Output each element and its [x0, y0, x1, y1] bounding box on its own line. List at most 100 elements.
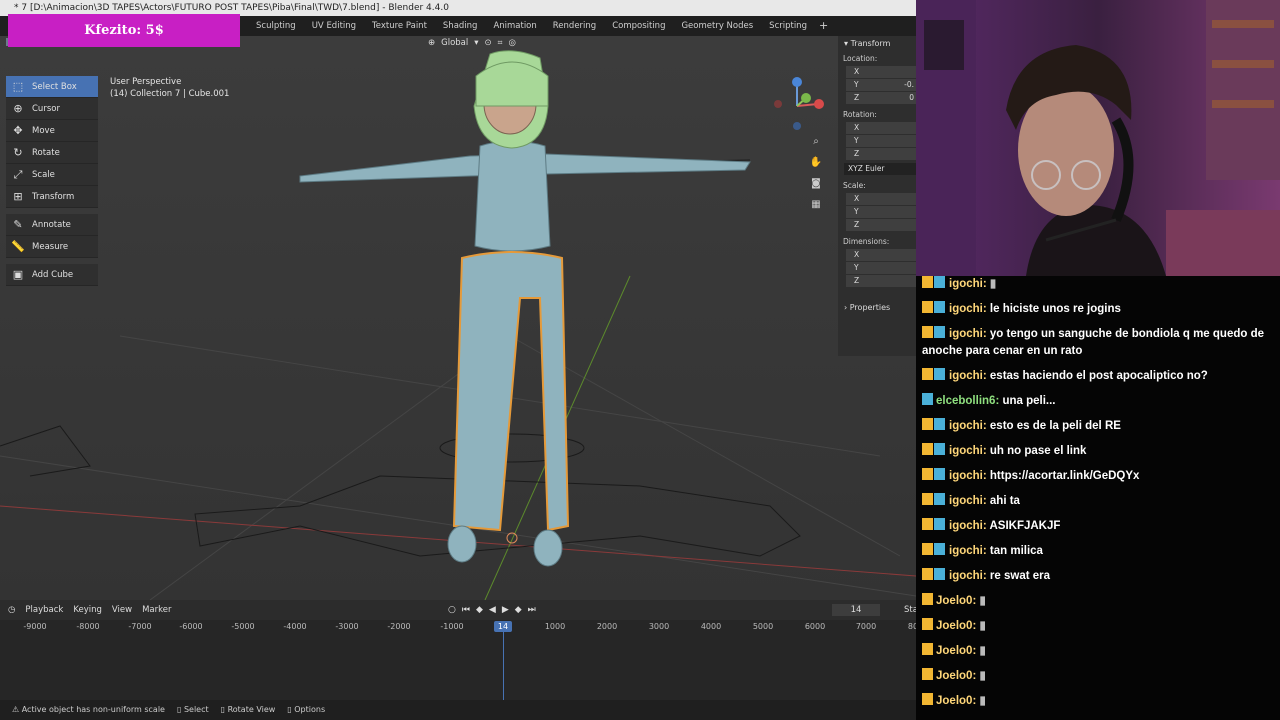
emote-icon: ▮: [979, 620, 986, 632]
wing-badge-icon: [934, 301, 945, 313]
rotation-mode-select[interactable]: XYZ Euler: [844, 163, 916, 175]
user-badges: [922, 693, 935, 705]
chat-message: igochi: ahi ta: [916, 493, 1280, 510]
timeline-menu-playback[interactable]: Playback: [25, 600, 63, 620]
location-z-field[interactable]: Z0: [846, 92, 916, 104]
tool-add-cube[interactable]: ▣ Add Cube: [6, 264, 98, 286]
auto-key-icon[interactable]: ○: [448, 600, 456, 620]
chat-username[interactable]: igochi: [949, 470, 983, 482]
jump-start-icon[interactable]: ⏮: [462, 600, 470, 620]
camera-icon[interactable]: ◙: [808, 176, 824, 192]
tool-scale[interactable]: ⤢ Scale: [6, 164, 98, 186]
rotation-z-field[interactable]: Z: [846, 148, 916, 160]
rotation-x-field[interactable]: X: [846, 122, 916, 134]
grid-view-icon[interactable]: ▦: [808, 197, 824, 213]
play-reverse-icon[interactable]: ◀: [489, 600, 496, 620]
scale-y-field[interactable]: Y: [846, 206, 916, 218]
tool-transform[interactable]: ⊞ Transform: [6, 186, 98, 208]
playhead-line[interactable]: [503, 632, 504, 700]
crown-badge-icon: [922, 326, 933, 338]
select-box-icon: ⬚: [12, 80, 24, 93]
transform-orientation[interactable]: ⊕ Global ▾ ⊙ ⌗ ◎: [428, 36, 516, 50]
workspace-tab[interactable]: UV Editing: [304, 16, 364, 36]
crown-badge-icon: [922, 418, 933, 430]
tool-move[interactable]: ✥ Move: [6, 120, 98, 142]
chat-separator: :: [982, 470, 990, 482]
user-badges: [922, 568, 948, 580]
add-workspace-icon[interactable]: +: [815, 16, 832, 36]
chat-username[interactable]: igochi: [949, 545, 983, 557]
wing-badge-icon: [934, 568, 945, 580]
crown-badge-icon: [922, 443, 933, 455]
workspace-tab[interactable]: Sculpting: [248, 16, 304, 36]
timeline-editor[interactable]: ◷ Playback Keying View Marker ○ ⏮ ◆ ◀ ▶ ◆ ⏭ …: [0, 600, 916, 700]
workspace-tab[interactable]: Rendering: [545, 16, 604, 36]
workspace-tab[interactable]: Compositing: [604, 16, 673, 36]
dimensions-z-field[interactable]: Z: [846, 275, 916, 287]
tool-cursor[interactable]: ⊕ Cursor: [6, 98, 98, 120]
scale-z-field[interactable]: Z: [846, 219, 916, 231]
dimensions-y-field[interactable]: Y: [846, 262, 916, 274]
chat-username[interactable]: igochi: [949, 370, 983, 382]
workspace-tab[interactable]: Geometry Nodes: [673, 16, 761, 36]
playhead-frame-badge[interactable]: 14: [494, 621, 512, 632]
workspace-tab[interactable]: Animation: [485, 16, 544, 36]
location-y-field[interactable]: Y -0.: [846, 79, 916, 91]
tool-measure[interactable]: 📏 Measure: [6, 236, 98, 258]
workspace-tab[interactable]: Scripting: [761, 16, 815, 36]
chat-username[interactable]: elcebollin6: [936, 395, 995, 407]
3d-viewport[interactable]: ⊕ Global ▾ ⊙ ⌗ ◎ ◐ ⤧ ◉ ⬚Select Box⊕Curso…: [0, 36, 916, 600]
tool-annotate[interactable]: ✎ Annotate: [6, 214, 98, 236]
chat-username[interactable]: Joelo0: [936, 595, 972, 607]
workspace-tab[interactable]: Texture Paint: [364, 16, 435, 36]
chat-username[interactable]: Joelo0: [936, 670, 972, 682]
scene-view[interactable]: [0, 36, 916, 600]
measure-icon: 📏: [11, 240, 25, 253]
tool-select-box[interactable]: ⬚ Select Box: [6, 76, 98, 98]
tool-rotate[interactable]: ↻ Rotate: [6, 142, 98, 164]
workspace-tab[interactable]: Shading: [435, 16, 486, 36]
tool-shelf: ⬚ Select Box ⊕ Cursor ✥ Move ↻ Rotate ⤢ Scale ⊞ Tra…: [6, 76, 98, 286]
chat-username[interactable]: igochi: [949, 303, 983, 315]
play-icon[interactable]: ▶: [502, 600, 509, 620]
scale-x-field[interactable]: X: [846, 193, 916, 205]
editor-type-icon[interactable]: ◷: [8, 600, 15, 620]
zoom-icon[interactable]: ⌕: [808, 134, 824, 150]
chat-username[interactable]: igochi: [949, 278, 983, 290]
chat-username[interactable]: igochi: [949, 570, 983, 582]
frame-ruler[interactable]: -9000 -8000 -7000 -6000 -5000 -4000 -3000 -2000…: [0, 620, 916, 634]
prev-keyframe-icon[interactable]: ◆: [476, 600, 483, 620]
pan-hand-icon[interactable]: ✋: [808, 155, 824, 171]
snap-icon[interactable]: ⌗: [498, 36, 503, 50]
start-frame-label[interactable]: Sta: [904, 600, 916, 620]
dimensions-x-field[interactable]: X: [846, 249, 916, 261]
location-x-field[interactable]: X: [846, 66, 916, 78]
chat-username[interactable]: igochi: [949, 420, 983, 432]
chat-username[interactable]: Joelo0: [936, 620, 972, 632]
pivot-icon[interactable]: ⊙: [485, 36, 492, 50]
orientation-select[interactable]: Global: [441, 36, 468, 50]
timeline-menu-marker[interactable]: Marker: [142, 600, 171, 620]
chat-message: igochi: re swat era: [916, 568, 1280, 585]
chat-username[interactable]: Joelo0: [936, 695, 972, 707]
properties-section-header[interactable]: › Properties: [838, 287, 916, 312]
next-keyframe-icon[interactable]: ◆: [515, 600, 522, 620]
stream-chat: igochi: ▮ igochi: le hiciste unos re jogi…: [916, 276, 1280, 720]
rotation-y-field[interactable]: Y: [846, 135, 916, 147]
jump-end-icon[interactable]: ⏭: [528, 600, 536, 620]
timeline-menu-view[interactable]: View: [112, 600, 132, 620]
current-frame-field[interactable]: 14: [832, 604, 880, 616]
chat-username[interactable]: igochi: [949, 328, 983, 340]
chat-username[interactable]: igochi: [949, 520, 983, 532]
chat-username[interactable]: igochi: [949, 495, 983, 507]
user-badges: [922, 276, 948, 288]
timeline-menu-keying[interactable]: Keying: [73, 600, 102, 620]
wing-badge-icon: [934, 418, 945, 430]
wing-badge-icon: [934, 543, 945, 555]
transform-section-header[interactable]: ▾ Transform: [838, 36, 916, 48]
tool-label: Transform: [32, 191, 75, 202]
chat-username[interactable]: Joelo0: [936, 645, 972, 657]
proportional-edit-icon[interactable]: ◎: [508, 36, 515, 50]
workspace-tabs: Sculpting UV Editing Texture Paint Shading A…: [248, 16, 832, 36]
chat-username[interactable]: igochi: [949, 445, 983, 457]
